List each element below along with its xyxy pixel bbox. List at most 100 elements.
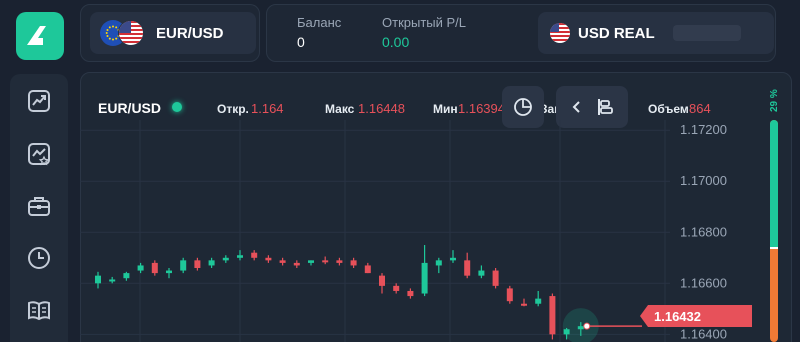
candle [393,283,400,294]
candle [450,250,456,263]
briefcase-icon[interactable] [26,193,52,219]
candle-body [251,252,258,258]
candle [222,255,229,263]
candle-body [308,260,314,263]
candle [308,260,314,266]
candle-body [364,265,371,274]
low-value: 1.16394 [458,101,505,116]
candle [237,250,243,261]
candle [293,260,300,268]
align-icon [597,99,613,115]
candle-body [450,257,456,261]
candle-body [336,260,343,263]
candle [506,285,513,304]
chart-up-icon[interactable] [26,88,52,114]
open-label: Откр. [217,102,249,116]
y-tick-label: 1.17000 [680,173,727,188]
low-label: Мин [433,102,458,116]
account-label: USD REAL [578,24,655,42]
candle-body [478,270,485,276]
y-tick-label: 1.16600 [680,275,727,290]
candle-body [109,279,116,282]
hidden-amount [672,25,741,41]
candle-body [279,260,286,263]
sentiment-bar [770,120,778,342]
candle [194,257,201,271]
candle-body [265,257,272,261]
balance-value: 0 [297,34,305,50]
candle-body [208,260,215,266]
candle [151,260,158,276]
candle-body [535,298,542,304]
candle [123,271,130,281]
chart-star-icon[interactable] [26,141,52,167]
candle [464,252,471,279]
candle [549,293,556,340]
account-selector[interactable]: USD REAL [538,12,774,54]
candle [407,288,414,299]
balance-label: Баланс [297,15,342,30]
candle-body [506,288,513,302]
candle [478,265,485,279]
candle-body [123,273,130,279]
candle-body [379,275,385,286]
clock-icon[interactable] [26,245,52,271]
candle [336,257,343,266]
logo-icon [27,26,49,45]
pie-chart-icon [514,98,532,116]
y-tick-label: 1.16800 [680,224,727,239]
candle [322,256,329,265]
high-value: 1.16448 [358,101,405,116]
app-logo[interactable] [16,12,64,60]
candle [435,257,442,274]
live-indicator [172,102,182,112]
candle [379,273,385,294]
sentiment-percent: 29 % [769,89,780,112]
candle-body [95,275,101,284]
candle-body [464,260,471,276]
candle-body [180,260,187,271]
candle-body [137,265,144,271]
pair-selector[interactable]: EUR/USD [90,12,256,54]
candle-body [549,296,556,335]
candle-body [563,329,570,335]
chevron-left-icon [572,101,580,113]
candle-body [492,270,499,286]
candle-body [237,255,243,258]
candle [208,257,215,268]
current-price-tag: 1.16432 [640,305,752,327]
candle-body [194,260,201,268]
candle [535,290,542,307]
chart-symbol: EUR/USD [98,100,162,116]
book-icon[interactable] [26,297,52,323]
candle-body [521,303,527,306]
candle-body [322,260,329,263]
candle-body [151,262,158,274]
candle-body [166,270,172,274]
candle [95,271,101,289]
open-value: 1.164 [251,101,284,116]
candle-body [222,257,229,261]
candle-body [577,326,584,330]
current-price-dot [583,322,591,330]
candle-body [350,260,357,266]
high-label: Макс [325,102,355,116]
us-flag-icon [550,23,570,43]
candle-body [407,290,414,297]
candle [492,268,499,289]
candle-body [393,285,400,291]
candle [109,276,116,284]
candle [279,257,286,266]
y-tick-label: 1.17200 [680,122,727,137]
pair-label: EUR/USD [156,24,224,42]
us-flag-icon [118,20,144,46]
candle [421,245,428,297]
volume-label: Объем [648,102,689,116]
candle [180,257,187,274]
candle [521,298,527,307]
pnl-value: 0.00 [382,34,410,50]
y-tick-label: 1.16400 [680,326,727,341]
candle-body [435,260,442,266]
candle [251,250,258,261]
candle [364,262,371,274]
